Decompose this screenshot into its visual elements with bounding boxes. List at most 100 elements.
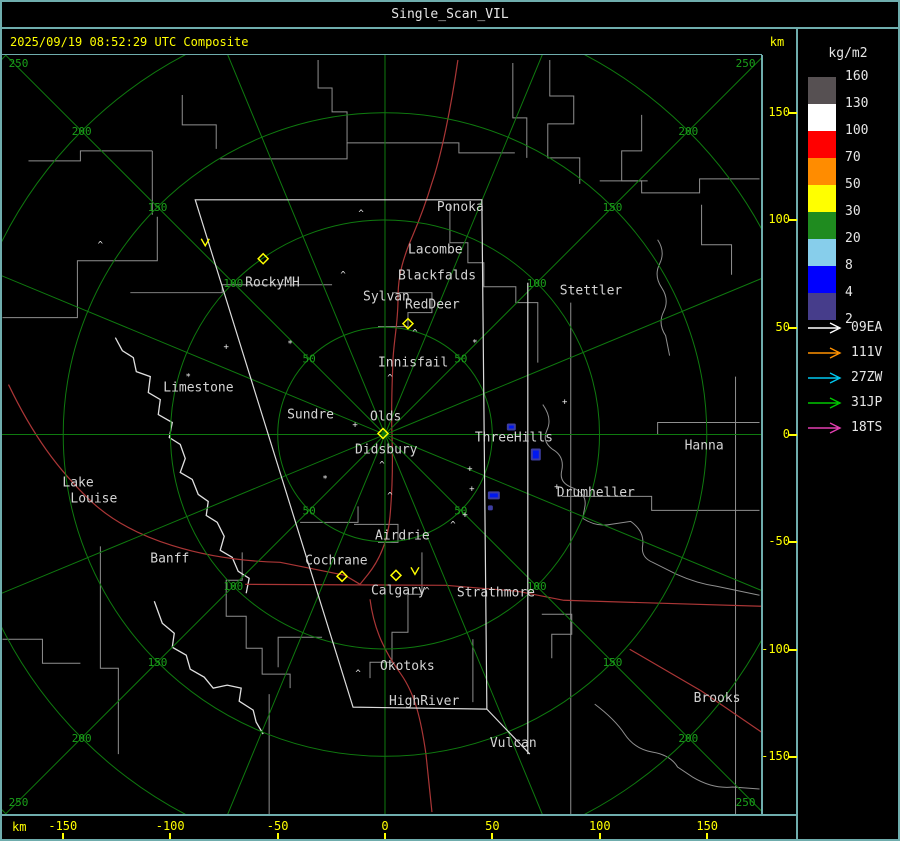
vil-color-swatch bbox=[808, 293, 836, 320]
bottom-axis-tick bbox=[169, 833, 172, 840]
bottom-axis-label--150: -150 bbox=[48, 819, 78, 833]
radar-id-label-18ts: 18TS bbox=[851, 420, 883, 435]
vil-color-swatch bbox=[808, 212, 836, 239]
title-bar: Single_Scan_VIL bbox=[2, 2, 898, 29]
map-label-brooks: Brooks bbox=[694, 691, 741, 706]
map-label-rockymh: RockyMH bbox=[245, 276, 300, 291]
bottom-axis-tick bbox=[598, 833, 601, 840]
map-label-lacombe: Lacombe bbox=[408, 243, 463, 258]
ring-label-250: 250 bbox=[9, 796, 29, 809]
map-label-strathmore: Strathmore bbox=[457, 585, 535, 600]
bottom-axis-tick bbox=[276, 833, 279, 840]
town-marker: + bbox=[469, 484, 475, 494]
map-label-calgary: Calgary bbox=[371, 583, 426, 598]
radar-arrow-icon bbox=[808, 322, 842, 334]
vil-scale-value: 4 bbox=[845, 285, 853, 300]
precip-echo-core bbox=[489, 493, 498, 498]
right-axis-tick bbox=[789, 326, 797, 329]
ring-label-150: 150 bbox=[603, 201, 623, 214]
town-marker: ^ bbox=[355, 669, 361, 679]
bottom-axis-label-150: 150 bbox=[696, 819, 719, 833]
map-bottom-border bbox=[0, 814, 797, 816]
legend-unit-label: kg/m2 bbox=[828, 46, 868, 61]
town-marker: ^ bbox=[358, 209, 364, 219]
bottom-axis-label-0: 0 bbox=[381, 819, 389, 833]
map-label-olds: Olds bbox=[370, 410, 401, 425]
radar-arrow-icon bbox=[808, 372, 842, 384]
map-label-innisfail: Innisfail bbox=[378, 356, 448, 371]
radar-map-svg: 50 5050 50100 100100 100150 150150 150200 20020… bbox=[2, 55, 762, 814]
radar-id-label-111v: 111V bbox=[851, 345, 883, 360]
town-marker: ^ bbox=[387, 374, 393, 384]
vil-scale-value: 100 bbox=[845, 123, 869, 138]
vil-color-swatch bbox=[808, 77, 836, 104]
radar-id-label-27zw: 27ZW bbox=[851, 370, 883, 385]
map-label-cochrane: Cochrane bbox=[305, 553, 368, 568]
bottom-axis-unit-label: km bbox=[12, 820, 27, 834]
right-axis-label--150: -150 bbox=[761, 749, 790, 764]
bottom-axis-label-100: 100 bbox=[588, 819, 611, 833]
map-label-drumheller: Drumheller bbox=[557, 485, 635, 500]
timestamp-label: 2025/09/19 08:52:29 UTC Composite bbox=[10, 35, 249, 49]
map-label-stettler: Stettler bbox=[560, 284, 623, 299]
bottom-axis-label--100: -100 bbox=[155, 819, 185, 833]
precip-echo-core bbox=[532, 450, 539, 459]
vil-scale-value: 8 bbox=[845, 258, 853, 273]
town-marker: + bbox=[467, 464, 473, 474]
bottom-axis-tick bbox=[491, 833, 494, 840]
radar-arrow-icon bbox=[808, 397, 842, 409]
radar-arrow-icon bbox=[808, 422, 842, 434]
right-axis-label--100: -100 bbox=[761, 641, 790, 656]
bottom-axis-tick bbox=[384, 833, 386, 840]
town-marker: ^ bbox=[340, 271, 346, 281]
right-axis-tick bbox=[789, 541, 797, 544]
right-axis-label-0: 0 bbox=[782, 427, 790, 441]
vil-scale-value: 160 bbox=[845, 69, 869, 84]
map-top-border bbox=[2, 54, 762, 55]
vil-scale-value: 30 bbox=[845, 204, 861, 219]
vil-color-swatch bbox=[808, 266, 836, 293]
vil-scale-value: 70 bbox=[845, 150, 861, 165]
map-label-threehills: ThreeHills bbox=[475, 430, 553, 445]
town-marker: ^ bbox=[98, 241, 104, 251]
radar-arrow-icon bbox=[808, 347, 842, 359]
map-label-sundre: Sundre bbox=[287, 408, 334, 423]
map-label-ponoka: Ponoka bbox=[437, 200, 484, 215]
right-axis-tick bbox=[789, 756, 797, 759]
ring-label-250: 250 bbox=[9, 57, 29, 70]
map-label-lake: Lake bbox=[62, 475, 93, 490]
ring-label-100: 100 bbox=[223, 277, 243, 290]
precip-echo-core bbox=[508, 425, 514, 429]
ring-label-150: 150 bbox=[148, 201, 168, 214]
ring-label-50: 50 bbox=[303, 504, 316, 517]
town-marker: * bbox=[287, 340, 292, 350]
map-label-reddeer: RedDeer bbox=[405, 298, 460, 313]
map-label-sylvan: Sylvan bbox=[363, 290, 410, 305]
ring-label-200: 200 bbox=[678, 732, 698, 745]
right-axis-tick bbox=[789, 219, 797, 222]
vil-color-swatch bbox=[808, 185, 836, 212]
map-label-blackfalds: Blackfalds bbox=[398, 269, 476, 284]
map-label-airdrie: Airdrie bbox=[375, 528, 430, 543]
map-label-didsbury: Didsbury bbox=[355, 442, 418, 457]
vil-scale-value: 50 bbox=[845, 177, 861, 192]
right-axis-label-100: 100 bbox=[768, 212, 790, 227]
ring-label-250: 250 bbox=[736, 57, 756, 70]
radar-map-canvas[interactable]: 50 50 50 50 100 100 100 100 150 150 150 150 200 200 20… bbox=[2, 55, 762, 814]
right-axis-label--50: -50 bbox=[768, 534, 790, 549]
ring-label-250: 250 bbox=[736, 796, 756, 809]
right-axis-tick bbox=[789, 111, 797, 114]
radar-id-label-31jp: 31JP bbox=[851, 395, 883, 410]
town-marker: + bbox=[462, 510, 468, 520]
bottom-axis-tick bbox=[706, 833, 709, 840]
radar-id-label-09ea: 09EA bbox=[851, 320, 883, 335]
map-label-limestone: Limestone bbox=[163, 381, 233, 396]
vil-color-swatch bbox=[808, 104, 836, 131]
vil-scale-value: 130 bbox=[845, 96, 869, 111]
ring-label-100: 100 bbox=[527, 277, 547, 290]
ring-label-200: 200 bbox=[72, 732, 92, 745]
ring-label-50: 50 bbox=[454, 353, 467, 366]
map-label-hanna: Hanna bbox=[685, 438, 724, 453]
map-label-highriver: HighRiver bbox=[389, 694, 459, 709]
map-label-vulcan: Vulcan bbox=[490, 736, 537, 751]
